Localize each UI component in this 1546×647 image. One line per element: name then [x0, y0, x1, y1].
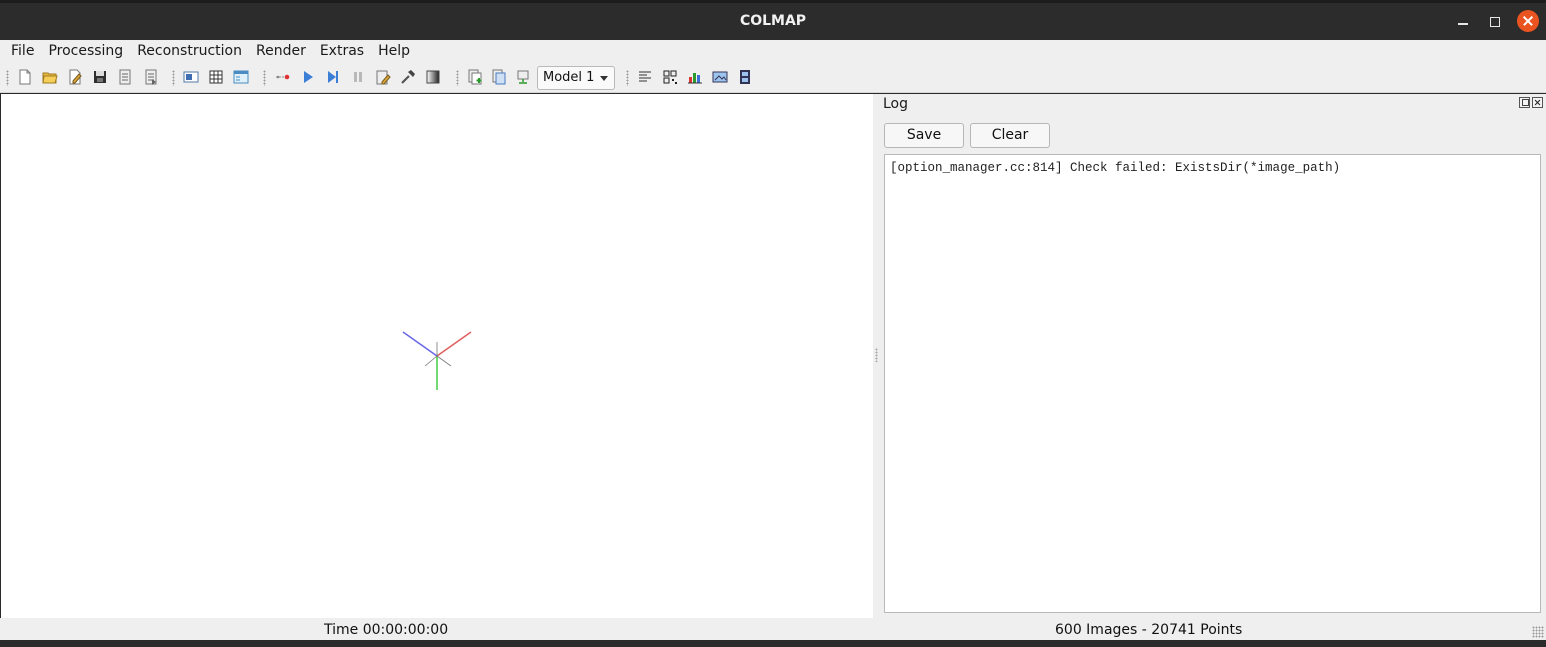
toolbar-grip[interactable]	[456, 70, 459, 86]
dock-close-button[interactable]	[1532, 97, 1543, 108]
save-project-icon[interactable]	[92, 69, 108, 85]
undistort-icon[interactable]	[467, 69, 483, 85]
toolbar-grip[interactable]	[626, 70, 629, 86]
feature-matching-icon[interactable]	[208, 69, 224, 85]
log-dock-title: Log	[883, 96, 909, 112]
model-select[interactable]: Model 1	[537, 66, 615, 90]
normalize-icon[interactable]	[425, 69, 441, 85]
menu-processing[interactable]: Processing	[41, 40, 130, 62]
toolbar	[0, 62, 1546, 93]
open-project-icon[interactable]	[42, 69, 58, 85]
show-log-icon[interactable]	[687, 69, 703, 85]
toolbar-grip[interactable]	[6, 70, 9, 86]
status-image-point-count: 600 Images - 20741 Points	[1055, 622, 1243, 638]
chevron-down-icon	[600, 76, 608, 81]
pause-reconstruction-icon[interactable]	[350, 69, 366, 85]
menu-help[interactable]: Help	[371, 40, 417, 62]
reconstruction-bundle-adjustment-icon[interactable]	[375, 69, 391, 85]
axis-stub	[424, 355, 438, 367]
reconstruction-tools-icon[interactable]	[400, 69, 416, 85]
export-model-icon[interactable]	[143, 69, 159, 85]
reconstruction-options-icon[interactable]	[275, 69, 291, 85]
z-axis-line	[402, 331, 438, 357]
edit-project-icon[interactable]	[67, 69, 83, 85]
coordinate-axes	[402, 331, 472, 390]
feature-extraction-icon[interactable]	[183, 69, 199, 85]
new-project-icon[interactable]	[17, 69, 33, 85]
toolbar-grip[interactable]	[172, 70, 175, 86]
menu-file[interactable]: File	[4, 40, 41, 62]
start-reconstruction-icon[interactable]	[300, 69, 316, 85]
dense-reconstruction-icon[interactable]	[491, 69, 507, 85]
log-output[interactable]: [option_manager.cc:814] Check failed: Ex…	[884, 154, 1541, 613]
minimize-button[interactable]	[1452, 10, 1474, 32]
window-title: COLMAP	[739, 13, 807, 29]
grab-image-icon[interactable]	[712, 69, 728, 85]
database-management-icon[interactable]	[233, 69, 249, 85]
resize-grip[interactable]	[1532, 626, 1544, 638]
dock-float-button[interactable]	[1519, 97, 1530, 108]
title-bar: COLMAP	[0, 0, 1546, 40]
menu-extras[interactable]: Extras	[313, 40, 371, 62]
log-clear-button[interactable]: Clear	[970, 123, 1050, 148]
opengl-viewport[interactable]	[1, 94, 873, 618]
x-axis-line	[436, 331, 472, 357]
import-model-icon[interactable]	[117, 69, 133, 85]
grab-movie-icon[interactable]	[737, 69, 753, 85]
menu-bar: File Processing Reconstruction Render Ex…	[0, 40, 1546, 62]
axis-stub	[436, 355, 452, 367]
maximize-button[interactable]	[1483, 10, 1505, 32]
reconstruction-stats-icon[interactable]	[637, 69, 653, 85]
status-bar	[0, 618, 1546, 640]
render-options-icon[interactable]	[515, 69, 531, 85]
model-select-value: Model 1	[543, 70, 595, 85]
menu-render[interactable]: Render	[249, 40, 313, 62]
splitter-grip[interactable]	[875, 348, 878, 362]
match-matrix-icon[interactable]	[662, 69, 678, 85]
log-save-button[interactable]: Save	[884, 123, 964, 148]
close-window-button[interactable]	[1517, 10, 1539, 32]
background-window-strip	[0, 640, 1546, 647]
status-time: Time 00:00:00:00	[324, 622, 449, 638]
step-reconstruction-icon[interactable]	[325, 69, 341, 85]
toolbar-grip[interactable]	[263, 70, 266, 86]
menu-reconstruction[interactable]: Reconstruction	[130, 40, 249, 62]
